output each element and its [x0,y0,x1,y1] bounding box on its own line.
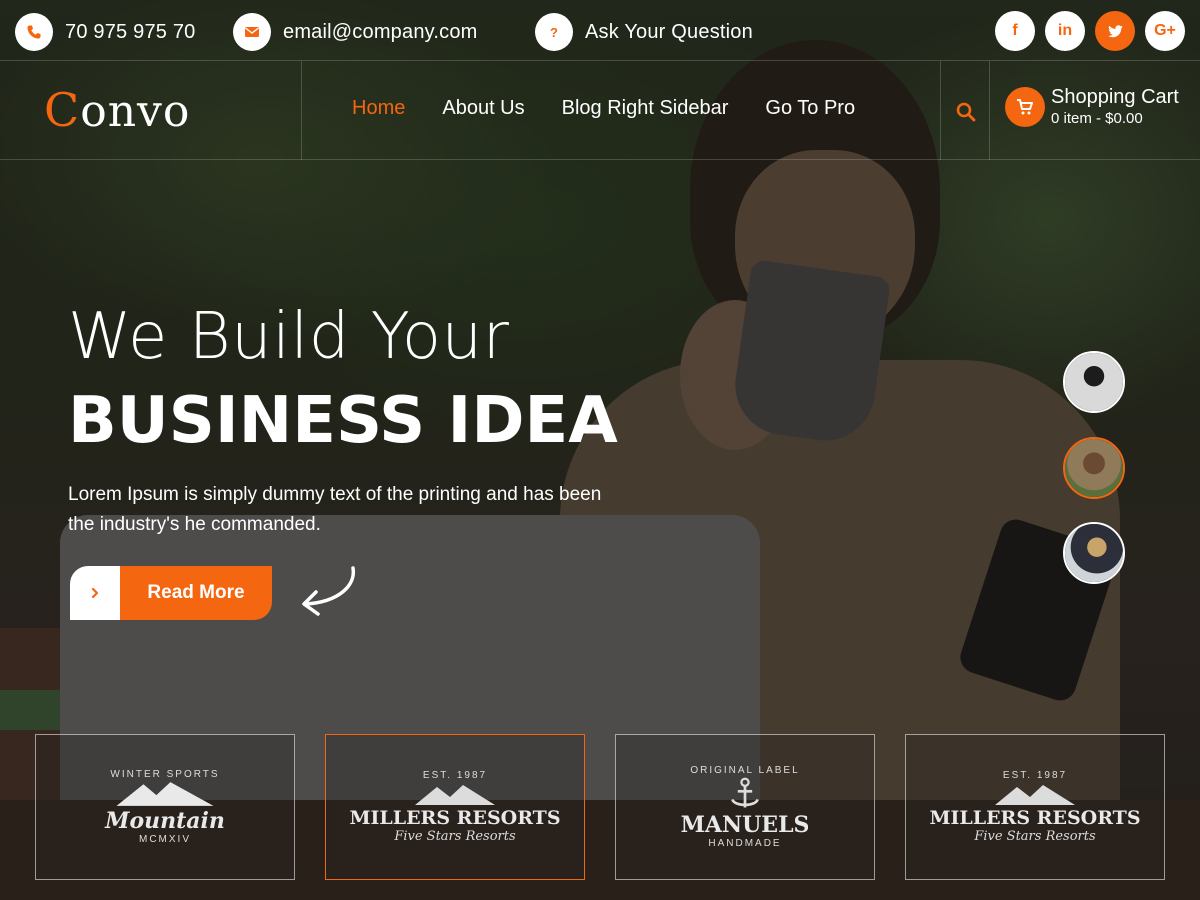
logo-name: MANUELS [680,812,810,838]
question-link: Ask Your Question [585,20,753,43]
question-contact[interactable]: ? Ask Your Question [535,13,753,51]
slide-thumbnail-1[interactable] [1063,351,1125,413]
read-more-button[interactable]: Read More [70,566,272,620]
logo-text: onvo [80,86,191,137]
client-logo-manuels[interactable]: ORIGINAL LABEL MANUELS HANDMADE [615,734,875,880]
facebook-icon[interactable]: f [995,11,1035,51]
anchor-icon [731,777,759,808]
client-logo-millers-resorts[interactable]: EST. 1987 MILLERS RESORTS Five Stars Res… [325,734,585,880]
logo-tagline: EST. 1987 [422,770,488,781]
google-plus-icon[interactable]: G+ [1145,11,1185,51]
menu-item-blog-right-sidebar[interactable]: Blog Right Sidebar [562,97,729,120]
logo-name: MILLERS RESORTS [349,807,561,829]
question-icon: ? [535,13,573,51]
logo-tagline: WINTER SPORTS [110,769,220,780]
slide-thumbnail-2[interactable] [1063,437,1125,499]
main-header: Convo Home About Us Blog Right Sidebar G… [0,60,1200,160]
main-menu: Home About Us Blog Right Sidebar Go To P… [352,97,855,120]
social-links: f in G+ [995,11,1185,51]
menu-item-home[interactable]: Home [352,97,405,120]
email-contact[interactable]: email@company.com [233,13,478,51]
cart-summary: 0 item - $0.00 [1051,110,1143,127]
chevron-right-icon [70,566,120,620]
read-more-label: Read More [120,566,272,620]
phone-contact[interactable]: 70 975 975 70 [15,13,196,51]
menu-item-about-us[interactable]: About Us [442,97,524,120]
envelope-icon [233,13,271,51]
email-address: email@company.com [283,20,478,43]
hero-heading-line2: BUSINESS IDEA [68,384,618,458]
site-logo[interactable]: Convo [44,83,190,137]
linkedin-icon[interactable]: in [1045,11,1085,51]
cart-icon [1005,87,1045,127]
phone-icon [15,13,53,51]
logo-subtitle: HANDMADE [708,838,782,849]
top-bar: 70 975 975 70 email@company.com ? Ask Yo… [0,0,1200,62]
logo-name: Mountain [105,808,225,834]
client-logo-millers-resorts-2[interactable]: EST. 1987 MILLERS RESORTS Five Stars Res… [905,734,1165,880]
logo-tagline: EST. 1987 [1002,770,1068,781]
client-logo-mountain[interactable]: WINTER SPORTS Mountain MCMXIV [35,734,295,880]
twitter-icon[interactable] [1095,11,1135,51]
search-icon[interactable] [955,101,977,123]
logo-name: MILLERS RESORTS [929,807,1141,829]
hero-description: Lorem Ipsum is simply dummy text of the … [68,484,602,535]
curved-arrow-icon [302,566,355,616]
menu-item-go-to-pro[interactable]: Go To Pro [765,97,855,120]
slide-thumbnail-3[interactable] [1063,522,1125,584]
svg-text:?: ? [550,25,558,40]
hero-heading-line1: We Build Your [68,300,510,374]
logo-tagline: ORIGINAL LABEL [690,765,800,776]
logo-subtitle: Five Stars Resorts [394,829,516,844]
logo-subtitle: Five Stars Resorts [974,829,1096,844]
page: 70 975 975 70 email@company.com ? Ask Yo… [0,0,1200,900]
mountain-logo-icon [415,785,495,805]
phone-number: 70 975 975 70 [65,20,196,43]
client-logos: WINTER SPORTS Mountain MCMXIV EST. 1987 … [35,734,1165,880]
shopping-cart[interactable]: Shopping Cart 0 item - $0.00 [1005,85,1179,129]
mountain-logo-icon [116,782,214,806]
cart-title: Shopping Cart [1051,86,1179,108]
logo-subtitle: MCMXIV [139,834,191,845]
logo-initial: C [44,83,81,137]
mountain-logo-icon [995,785,1075,805]
